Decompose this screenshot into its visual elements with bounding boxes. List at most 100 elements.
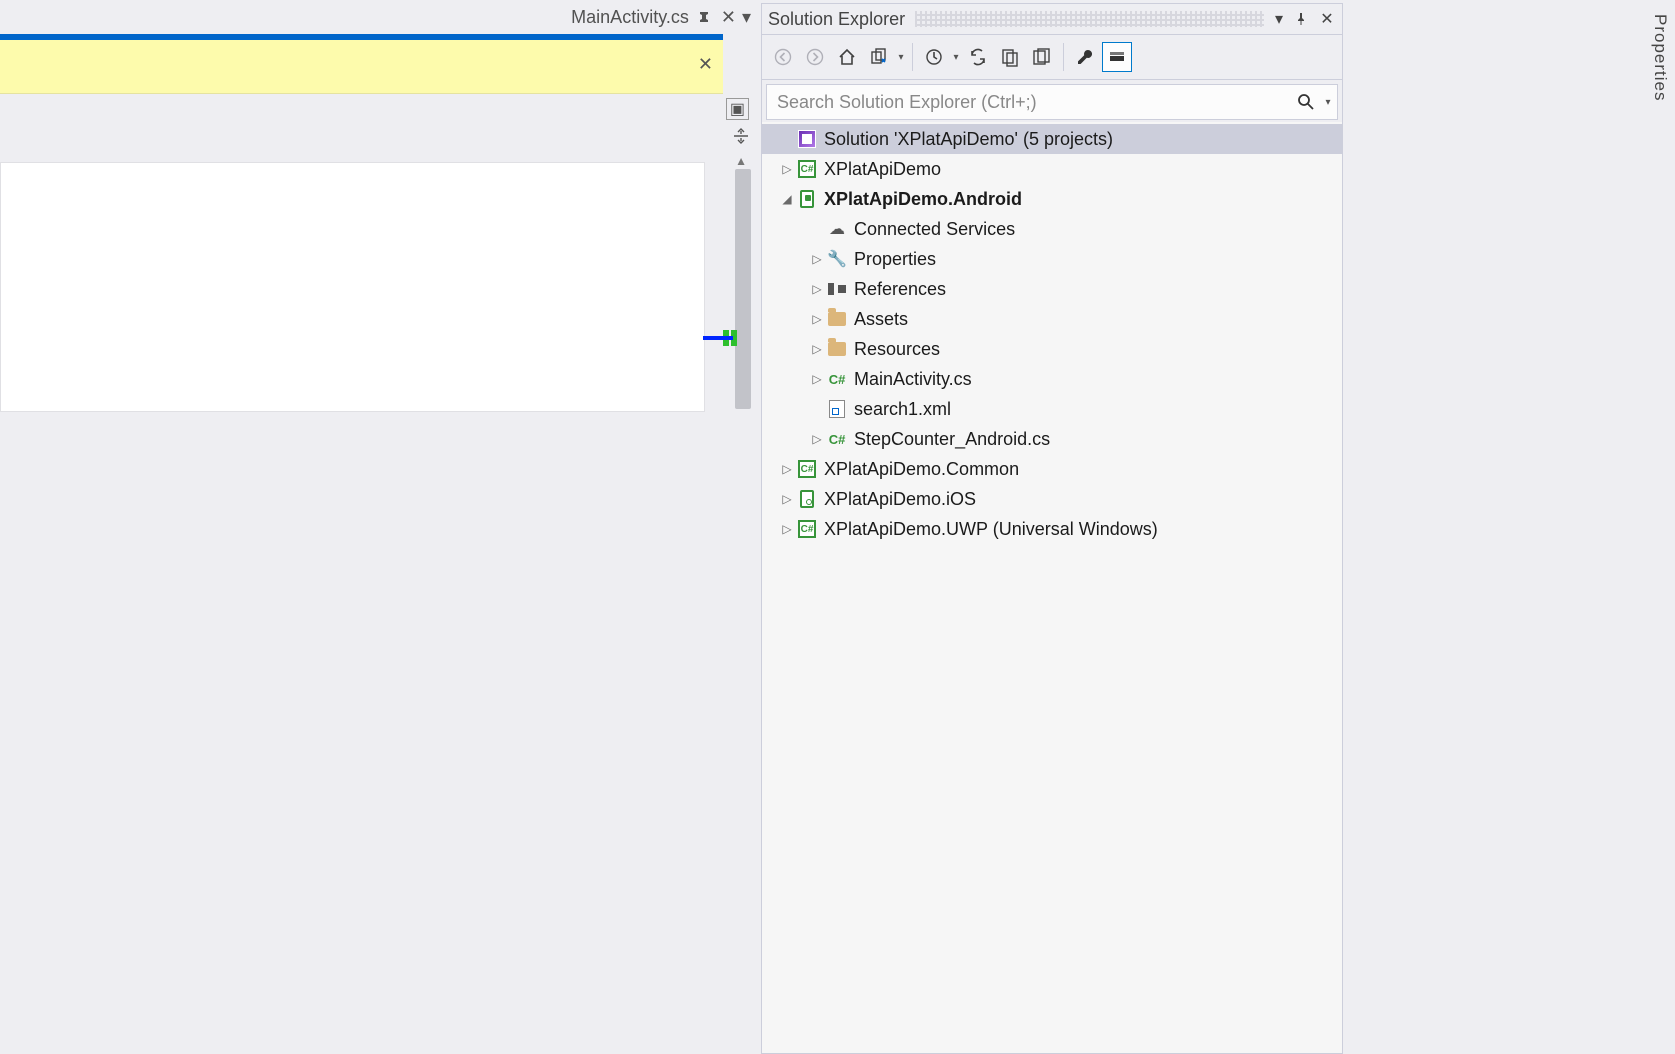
tree-label: XPlatApiDemo bbox=[824, 159, 949, 180]
editor-area: MainActivity.cs ✕ ▾ ✕ ▾ ▣ ▲ bbox=[0, 0, 757, 1054]
panel-menu-dropdown-icon[interactable]: ▾ bbox=[1270, 9, 1288, 29]
pin-icon[interactable] bbox=[697, 9, 713, 25]
expand-icon[interactable]: ▷ bbox=[778, 462, 796, 476]
properties-tab-label: Properties bbox=[1651, 14, 1670, 101]
editor-body: ✕ ▾ ▣ ▲ bbox=[0, 34, 757, 1054]
pending-changes-filter-button[interactable] bbox=[919, 42, 949, 72]
solution-tree: ▷ Solution 'XPlatApiDemo' (5 projects) ▷… bbox=[762, 122, 1342, 1053]
tree-node-project-android[interactable]: ◢ XPlatApiDemo.Android bbox=[762, 184, 1342, 214]
cloud-icon: ☁ bbox=[826, 218, 848, 240]
toggle-map-mode-icon[interactable]: ▣ bbox=[726, 98, 749, 120]
folder-icon bbox=[826, 308, 848, 330]
expand-icon[interactable]: ▷ bbox=[778, 162, 796, 176]
refresh-button[interactable] bbox=[995, 42, 1025, 72]
solution-search[interactable]: ▾ bbox=[766, 84, 1338, 120]
tree-node-references[interactable]: ▷ References bbox=[762, 274, 1342, 304]
properties-button[interactable] bbox=[1070, 42, 1100, 72]
solution-search-input[interactable] bbox=[767, 92, 1297, 113]
expand-icon[interactable]: ▷ bbox=[808, 342, 826, 356]
tree-node-project-common[interactable]: ▷ XPlatApiDemo.Common bbox=[762, 454, 1342, 484]
caret-position-marker-icon bbox=[703, 336, 733, 340]
expand-icon[interactable]: ▷ bbox=[808, 252, 826, 266]
tree-label: Properties bbox=[854, 249, 944, 270]
tree-node-file-search-xml[interactable]: ▷ search1.xml bbox=[762, 394, 1342, 424]
expand-icon[interactable]: ▷ bbox=[778, 522, 796, 536]
tree-label: Connected Services bbox=[854, 219, 1023, 240]
search-options-dropdown-icon[interactable]: ▾ bbox=[1323, 97, 1337, 108]
panel-close-icon[interactable]: ✕ bbox=[1318, 9, 1336, 29]
editor-canvas[interactable] bbox=[0, 94, 723, 1054]
tree-label: Assets bbox=[854, 309, 916, 330]
tree-label: XPlatApiDemo.UWP (Universal Windows) bbox=[824, 519, 1166, 540]
editor-tabbar: MainActivity.cs ✕ ▾ bbox=[0, 0, 757, 34]
tree-node-project-uwp[interactable]: ▷ XPlatApiDemo.UWP (Universal Windows) bbox=[762, 514, 1342, 544]
tree-node-connected-services[interactable]: ▷ ☁ Connected Services bbox=[762, 214, 1342, 244]
panel-header: Solution Explorer ▾ ✕ bbox=[762, 4, 1342, 34]
panel-pin-icon[interactable] bbox=[1294, 12, 1312, 26]
tree-label: References bbox=[854, 279, 954, 300]
expand-icon[interactable]: ▷ bbox=[808, 312, 826, 326]
folder-icon bbox=[826, 338, 848, 360]
expand-icon[interactable]: ▷ bbox=[778, 492, 796, 506]
tree-node-folder-resources[interactable]: ▷ Resources bbox=[762, 334, 1342, 364]
csproj-icon bbox=[796, 518, 818, 540]
tree-label: XPlatApiDemo.iOS bbox=[824, 489, 984, 510]
split-window-icon[interactable] bbox=[733, 128, 749, 144]
editor-text-area[interactable] bbox=[0, 162, 705, 412]
expand-icon[interactable]: ▷ bbox=[808, 372, 826, 386]
tree-label: StepCounter_Android.cs bbox=[854, 429, 1058, 450]
csproj-icon bbox=[796, 158, 818, 180]
wrench-icon: 🔧 bbox=[826, 248, 848, 270]
tree-node-solution[interactable]: ▷ Solution 'XPlatApiDemo' (5 projects) bbox=[762, 124, 1342, 154]
filter-dropdown-icon[interactable]: ▾ bbox=[951, 52, 961, 63]
expand-icon[interactable]: ▷ bbox=[808, 282, 826, 296]
xml-file-icon bbox=[826, 398, 848, 420]
ios-project-icon bbox=[796, 488, 818, 510]
toolbar-separator bbox=[1063, 43, 1064, 71]
switch-views-dropdown-icon[interactable]: ▾ bbox=[896, 52, 906, 63]
solution-toolbar: ▾ ▾ bbox=[762, 34, 1342, 80]
solution-icon bbox=[796, 128, 818, 150]
tree-node-project-ios[interactable]: ▷ XPlatApiDemo.iOS bbox=[762, 484, 1342, 514]
infobar-close-icon[interactable]: ✕ bbox=[698, 54, 713, 75]
editor-tab-mainactivity[interactable]: MainActivity.cs ✕ bbox=[565, 0, 742, 34]
tree-node-file-stepcounter[interactable]: ▷ StepCounter_Android.cs bbox=[762, 424, 1342, 454]
switch-views-button[interactable] bbox=[864, 42, 894, 72]
properties-collapsed-tab[interactable]: Properties bbox=[1647, 6, 1673, 109]
editor-tab-title: MainActivity.cs bbox=[571, 7, 689, 28]
tree-node-folder-assets[interactable]: ▷ Assets bbox=[762, 304, 1342, 334]
android-project-icon bbox=[796, 188, 818, 210]
preview-selected-items-button[interactable] bbox=[1102, 42, 1132, 72]
panel-drag-handle[interactable] bbox=[915, 11, 1264, 27]
editor-infobar: ✕ bbox=[0, 40, 723, 94]
toolbar-separator bbox=[912, 43, 913, 71]
collapse-all-button[interactable] bbox=[1027, 42, 1057, 72]
tab-list-dropdown-icon[interactable]: ▾ bbox=[742, 7, 751, 28]
solution-explorer-panel: Solution Explorer ▾ ✕ ▾ bbox=[761, 3, 1343, 1054]
tree-label: Resources bbox=[854, 339, 948, 360]
home-button[interactable] bbox=[832, 42, 862, 72]
close-tab-icon[interactable]: ✕ bbox=[721, 7, 736, 28]
tree-node-properties[interactable]: ▷ 🔧 Properties bbox=[762, 244, 1342, 274]
expand-icon[interactable]: ▷ bbox=[808, 432, 826, 446]
references-icon bbox=[826, 278, 848, 300]
csharp-file-icon bbox=[826, 428, 848, 450]
csproj-icon bbox=[796, 458, 818, 480]
collapse-icon[interactable]: ◢ bbox=[778, 192, 796, 206]
tree-node-project[interactable]: ▷ XPlatApiDemo bbox=[762, 154, 1342, 184]
search-icon[interactable] bbox=[1297, 93, 1323, 111]
scroll-up-icon[interactable]: ▲ bbox=[735, 154, 747, 168]
editor-scrollbar[interactable] bbox=[735, 169, 751, 409]
tree-label: XPlatApiDemo.Common bbox=[824, 459, 1027, 480]
panel-title: Solution Explorer bbox=[768, 9, 915, 30]
csharp-file-icon bbox=[826, 368, 848, 390]
nav-back-button[interactable] bbox=[768, 42, 798, 72]
sync-active-document-button[interactable] bbox=[963, 42, 993, 72]
tree-node-file-mainactivity[interactable]: ▷ MainActivity.cs bbox=[762, 364, 1342, 394]
tree-label: MainActivity.cs bbox=[854, 369, 980, 390]
nav-forward-button[interactable] bbox=[800, 42, 830, 72]
right-sidebar bbox=[1343, 0, 1675, 1054]
tree-label: XPlatApiDemo.Android bbox=[824, 189, 1030, 210]
tree-label: search1.xml bbox=[854, 399, 959, 420]
tree-label: Solution 'XPlatApiDemo' (5 projects) bbox=[824, 129, 1121, 150]
